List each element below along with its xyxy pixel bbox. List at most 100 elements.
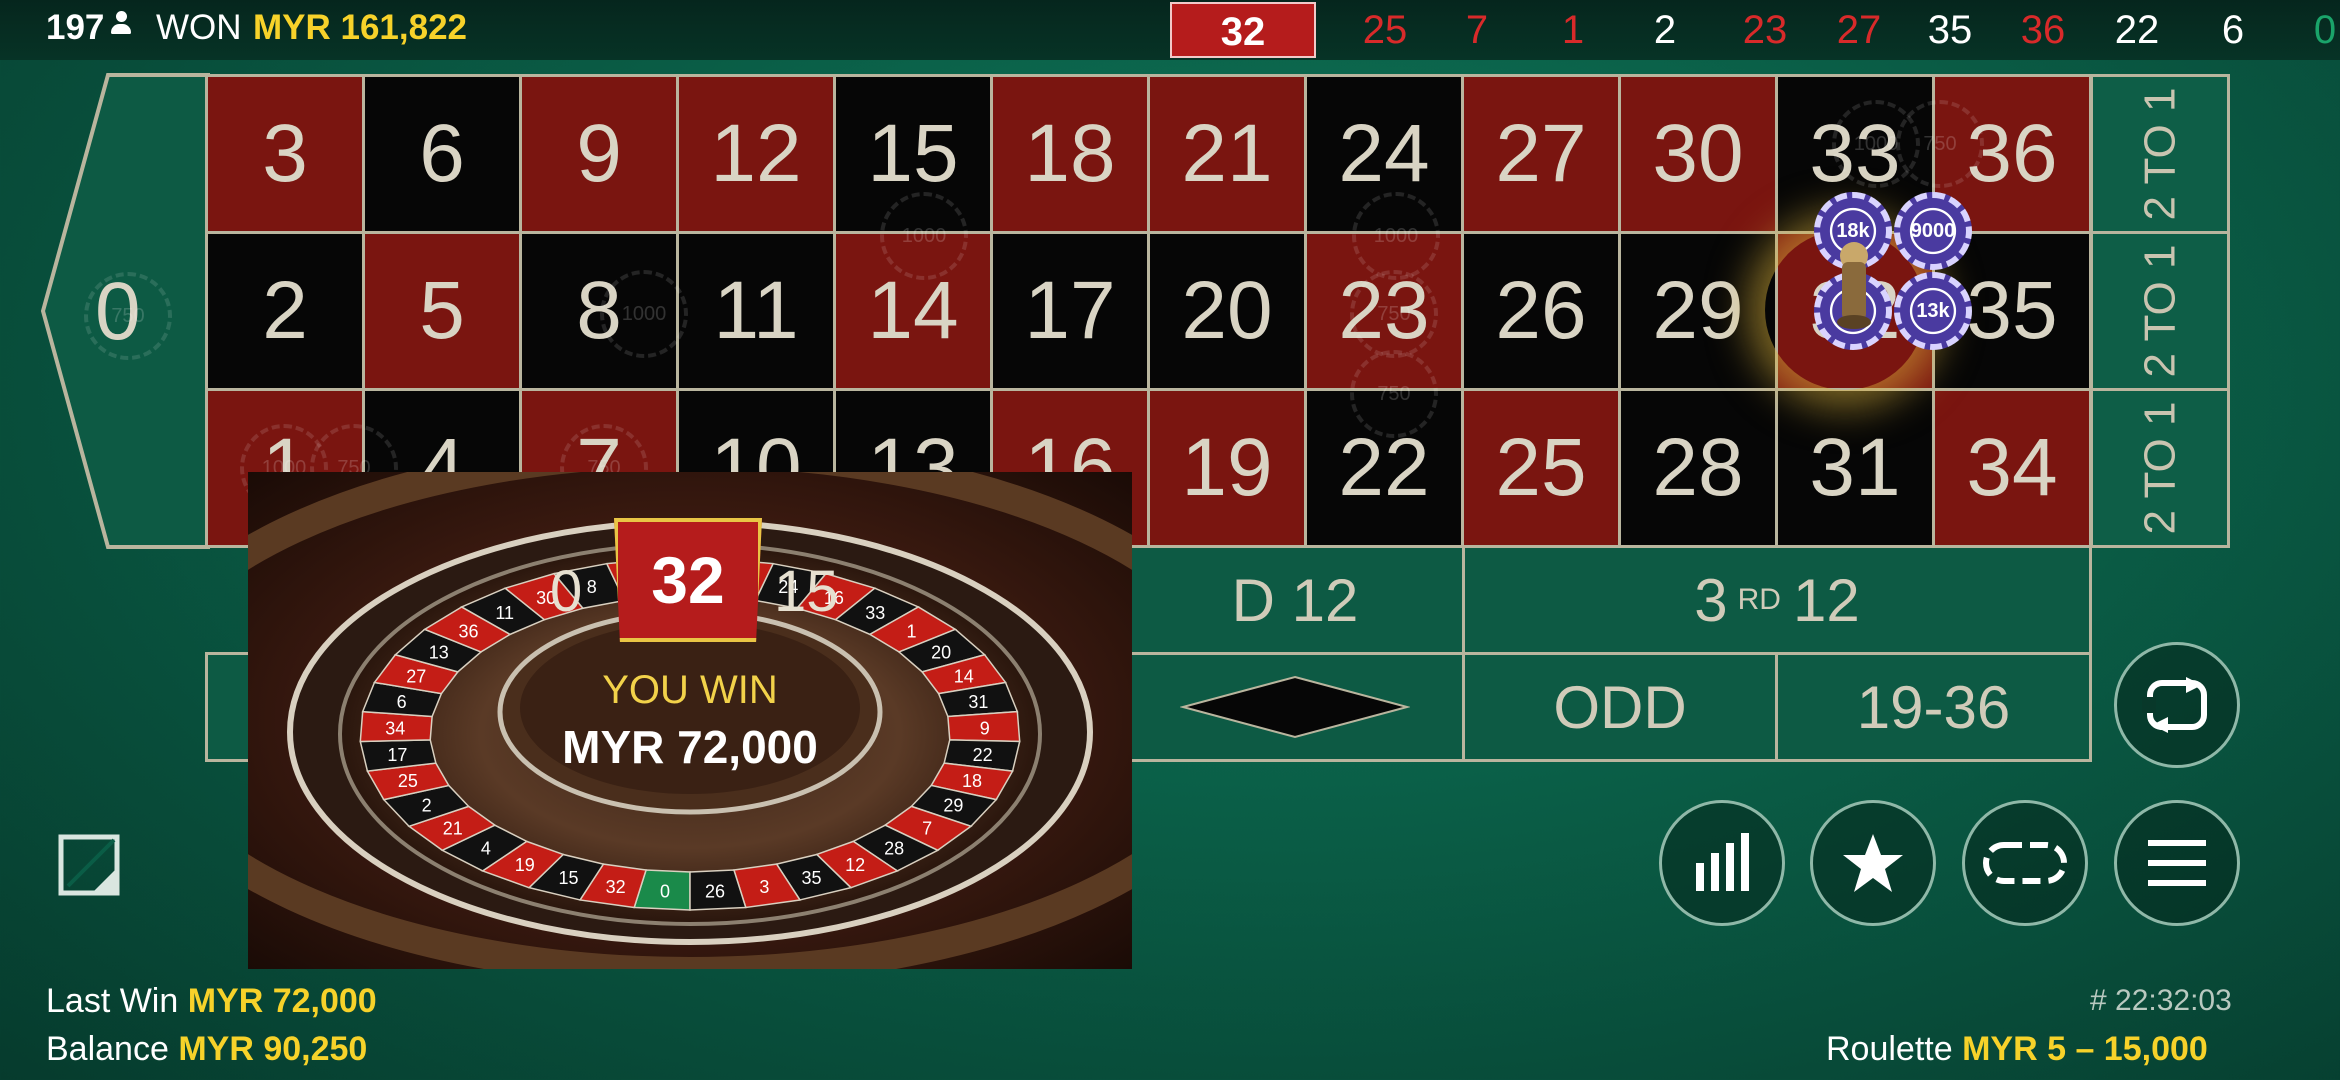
third-dozen-bet[interactable]: 3 RD 12 [1462, 545, 2092, 655]
balance: Balance MYR 90,250 [46, 1030, 367, 1069]
column-label: 2 TO 1 [2135, 87, 2184, 221]
wheel-pocket-number: 35 [801, 868, 821, 888]
history-number: 23 [1742, 8, 1788, 52]
high-bet[interactable]: 19-36 [1775, 652, 2092, 762]
game-name: Roulette [1826, 1030, 1953, 1068]
number-cell-2[interactable]: 2 [205, 231, 365, 391]
history-number: 35 [1927, 8, 1973, 52]
history-number: 22 [2114, 8, 2160, 52]
wheel-pocket-number: 11 [495, 603, 514, 623]
statistics-button[interactable] [1659, 800, 1785, 926]
number-cell-26[interactable]: 26 [1461, 231, 1621, 391]
players-count: 197 [46, 8, 140, 48]
racetrack-button[interactable] [1962, 800, 2088, 926]
wheel-pocket-number: 2 [422, 796, 432, 816]
third-dozen-prefix: 3 [1694, 566, 1728, 634]
number-cell-17[interactable]: 17 [990, 231, 1150, 391]
wheel-pocket-number: 28 [884, 838, 904, 858]
number-cell-5[interactable]: 5 [362, 231, 522, 391]
ghost-chip: 750 [1350, 270, 1438, 358]
wheel-pocket-number: 4 [481, 838, 491, 858]
balance-value: MYR 90,250 [178, 1030, 368, 1068]
number-cell-30[interactable]: 30 [1618, 74, 1778, 234]
bet-chip[interactable]: 9000 [1894, 192, 1972, 270]
ghost-chip: 750 [1350, 350, 1438, 438]
person-icon [110, 11, 132, 37]
won-label: WON [156, 8, 242, 47]
number-cell-28[interactable]: 28 [1618, 388, 1778, 548]
ghost-chip: 1000 [600, 270, 688, 358]
number-cell-29[interactable]: 29 [1618, 231, 1778, 391]
balance-label: Balance [46, 1030, 169, 1068]
second-dozen-bet[interactable]: D 12 [1125, 545, 1465, 655]
number-cell-25[interactable]: 25 [1461, 388, 1621, 548]
wheel-pocket-number: 36 [459, 621, 479, 641]
live-video-panel: 0321519421225173462713361130823105241633… [248, 472, 1132, 969]
wheel-pocket-number: 29 [943, 796, 963, 816]
ghost-chip: 750 [1896, 100, 1984, 188]
history-number: 27 [1836, 8, 1882, 52]
history-number: 25 [1362, 8, 1408, 52]
star-icon [1843, 834, 1903, 892]
odd-label: ODD [1553, 673, 1687, 741]
stats-icon [1696, 833, 1749, 891]
black-bet[interactable] [1125, 652, 1465, 762]
column-bet-middle[interactable]: 2 TO 1 [2090, 231, 2230, 391]
expand-icon[interactable] [58, 834, 120, 896]
column-bet-top[interactable]: 2 TO 1 [2090, 74, 2230, 234]
number-cell-12[interactable]: 12 [676, 74, 836, 234]
wheel-pocket-number: 20 [931, 643, 951, 663]
number-cell-27[interactable]: 27 [1461, 74, 1621, 234]
history-number: 1 [1561, 8, 1585, 52]
number-cell-3[interactable]: 3 [205, 74, 365, 234]
wheel-pocket-number: 3 [759, 877, 769, 897]
history-number: 7 [1465, 8, 1489, 52]
history-number: 36 [2020, 8, 2066, 52]
table-limits[interactable]: Roulette MYR 5 – 15,000 [1826, 1030, 2208, 1069]
number-cell-9[interactable]: 9 [519, 74, 679, 234]
wheel-pocket-number: 7 [922, 818, 932, 838]
limits-value: MYR 5 – 15,000 [1962, 1030, 2208, 1068]
racetrack-icon [1983, 842, 2067, 884]
last-win-value: MYR 72,000 [187, 982, 377, 1020]
wheel-pocket-number: 12 [845, 855, 865, 875]
repeat-button[interactable] [2114, 642, 2240, 768]
column-bet-bottom[interactable]: 2 TO 1 [2090, 388, 2230, 548]
odd-bet[interactable]: ODD [1462, 652, 1778, 762]
result-label: YOU WIN [602, 668, 778, 712]
won-amount: MYR 161,822 [253, 8, 468, 47]
number-cell-21[interactable]: 21 [1147, 74, 1307, 234]
wheel-pocket-number: 33 [865, 603, 885, 623]
wheel-pocket-number: 32 [606, 877, 626, 897]
result-amount: MYR 72,000 [562, 721, 818, 773]
repeat-icon [2142, 677, 2207, 733]
menu-icon [2148, 840, 2206, 886]
number-cell-31[interactable]: 31 [1775, 388, 1935, 548]
last-win-label: Last Win [46, 982, 179, 1020]
wheel-prev-number: 0 [550, 559, 583, 624]
number-cell-19[interactable]: 19 [1147, 388, 1307, 548]
ghost-chip: 750 [84, 272, 172, 360]
number-cell-6[interactable]: 6 [362, 74, 522, 234]
number-cell-20[interactable]: 20 [1147, 231, 1307, 391]
favourites-button[interactable] [1810, 800, 1936, 926]
history-number: 2 [1653, 8, 1677, 52]
bet-chip[interactable]: 13k [1894, 272, 1972, 350]
wheel-pocket-number: 21 [443, 818, 463, 838]
ghost-chip: 1000 [880, 192, 968, 280]
black-diamond-icon [1180, 675, 1410, 739]
wheel-pocket-number: 15 [558, 868, 578, 888]
win-marker-dolly [1837, 242, 1871, 329]
number-cell-34[interactable]: 34 [1932, 388, 2092, 548]
history-number: 32 [1170, 2, 1316, 58]
number-cell-18[interactable]: 18 [990, 74, 1150, 234]
third-dozen-suffix: 12 [1792, 566, 1860, 634]
number-cell-11[interactable]: 11 [676, 231, 836, 391]
round-time: # 22:32:03 [2090, 984, 2232, 1017]
column-label: 2 TO 1 [2135, 401, 2184, 535]
last-win: Last Win MYR 72,000 [46, 982, 377, 1021]
menu-button[interactable] [2114, 800, 2240, 926]
wheel-pocket-number: 8 [587, 577, 597, 597]
wheel-pocket-number: 1 [906, 621, 916, 641]
wheel-pocket-number: 13 [429, 643, 449, 663]
